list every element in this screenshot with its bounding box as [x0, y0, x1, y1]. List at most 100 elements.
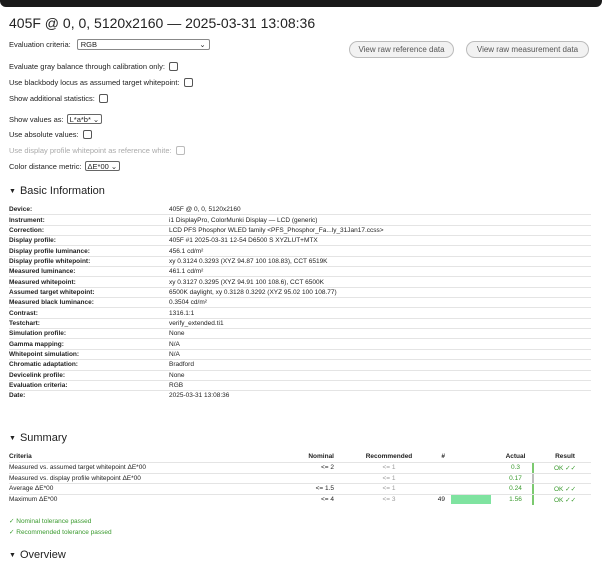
info-key: Display profile whitepoint:	[9, 257, 91, 265]
info-value: xy 0.3124 0.3293 (XYZ 94.87 100 108.83),…	[169, 257, 328, 265]
criteria-select[interactable]: RGB ⌄	[76, 39, 210, 50]
info-row: Whitepoint simulation: N/A	[9, 348, 591, 359]
basic-info-table: Device: 405F @ 0, 0, 5120x2160 Instrument:…	[9, 205, 591, 401]
result-cell: OK ✓✓	[553, 464, 577, 472]
overview-heading[interactable]: ▼ Overview	[9, 549, 66, 561]
summary-table: Criteria Nominal Recommended # Actual Re…	[9, 452, 591, 506]
blackbody-checkbox[interactable]	[183, 78, 193, 87]
actual-marker	[532, 484, 534, 495]
actual-header: Actual	[505, 453, 526, 460]
color-distance-value: ΔE*00	[87, 161, 109, 171]
info-row: Correction: LCD PFS Phosphor WLED family …	[9, 224, 591, 235]
info-value: N/A	[169, 340, 180, 348]
info-key: Display profile luminance:	[9, 247, 90, 255]
info-row: Date: 2025-03-31 13:08:36	[9, 390, 591, 400]
display-wp-checkbox[interactable]	[175, 146, 185, 155]
show-values-option: Show values as: L*a*b* ⌄	[9, 114, 103, 124]
criteria-header: Criteria	[9, 453, 32, 460]
show-values-label: Show values as:	[9, 114, 64, 124]
blackbody-option: Use blackbody locus as assumed target wh…	[9, 78, 193, 87]
gray-balance-checkbox[interactable]	[168, 62, 178, 71]
window-top-bar	[0, 0, 602, 7]
info-value: 405F #1 2025-03-31 12-54 D6500 S XYZLUT+…	[169, 237, 318, 245]
summary-heading[interactable]: ▼ Summary	[9, 432, 67, 444]
criteria-cell: Average ΔE*00	[9, 485, 54, 493]
info-key: Testchart:	[9, 319, 40, 327]
disclosure-triangle-icon: ▼	[9, 552, 16, 559]
gray-balance-option: Evaluate gray balance through calibratio…	[9, 62, 178, 71]
info-key: Measured whitepoint:	[9, 278, 76, 286]
recommended-cell: <= 1	[382, 474, 396, 482]
summary-row: Measured vs. display profile whitepoint …	[9, 472, 591, 484]
info-value: 461.1 cd/m²	[169, 268, 204, 276]
info-key: Gamma mapping:	[9, 340, 64, 348]
chevron-down-icon: ⌄	[110, 161, 118, 171]
summary-heading-text: Summary	[19, 432, 67, 444]
basic-info-heading-text: Basic Information	[19, 185, 105, 197]
summary-row: Average ΔE*00 <= 1.5 <= 1 0.24 OK ✓✓	[9, 483, 591, 495]
nominal-cell: <= 2	[320, 463, 334, 471]
additional-stats-checkbox[interactable]	[98, 94, 108, 103]
chevron-down-icon: ⌄	[199, 40, 206, 49]
criteria-select-value: RGB	[80, 40, 97, 49]
show-values-select[interactable]: L*a*b* ⌄	[66, 114, 103, 124]
absolute-values-checkbox[interactable]	[82, 130, 92, 139]
deviation-bar	[451, 495, 491, 505]
info-row: Simulation profile: None	[9, 328, 591, 338]
info-key: Contrast:	[9, 309, 38, 317]
criteria-cell: Maximum ΔE*00	[9, 496, 58, 504]
chevron-down-icon: ⌄	[92, 114, 100, 124]
info-key: Measured luminance:	[9, 268, 76, 276]
actual-cell: 0.24	[509, 485, 522, 493]
recommended-passed-message: ✓ Recommended tolerance passed	[9, 529, 112, 536]
blackbody-label: Use blackbody locus as assumed target wh…	[9, 78, 180, 87]
color-distance-select[interactable]: ΔE*00 ⌄	[84, 161, 121, 171]
result-cell: OK ✓✓	[553, 497, 577, 505]
display-wp-option: Use display profile whitepoint as refere…	[9, 146, 185, 155]
recommended-cell: <= 1	[382, 463, 396, 471]
info-key: Assumed target whitepoint:	[9, 288, 95, 296]
hash-header: #	[441, 453, 445, 460]
color-distance-label: Color distance metric:	[9, 161, 82, 171]
info-row: Devicelink profile: None	[9, 369, 591, 380]
basic-info-heading[interactable]: ▼ Basic Information	[9, 185, 105, 197]
info-value: 6500K daylight, xy 0.3128 0.3292 (XYZ 95…	[169, 288, 337, 296]
nominal-cell: <= 1.5	[315, 485, 334, 493]
additional-stats-label: Show additional statistics:	[9, 94, 95, 103]
info-row: Assumed target whitepoint: 6500K daylight…	[9, 286, 591, 297]
info-value: Bradford	[169, 361, 194, 369]
recommended-cell: <= 1	[382, 485, 396, 493]
info-value: RGB	[169, 382, 184, 390]
result-cell: OK ✓✓	[553, 486, 577, 494]
summary-body: Measured vs. assumed target whitepoint Δ…	[9, 461, 591, 506]
info-value: verify_extended.ti1	[169, 319, 224, 327]
actual-cell: 0.17	[509, 474, 522, 482]
overview-heading-text: Overview	[19, 549, 66, 561]
info-value: None	[169, 371, 185, 379]
actual-marker	[532, 495, 534, 506]
info-key: Devicelink profile:	[9, 371, 65, 379]
actual-marker	[532, 462, 534, 473]
gray-balance-label: Evaluate gray balance through calibratio…	[9, 62, 165, 71]
additional-stats-option: Show additional statistics:	[9, 94, 108, 103]
recommended-header: Recommended	[365, 453, 413, 460]
absolute-values-option: Use absolute values:	[9, 130, 92, 139]
actual-marker	[532, 473, 534, 484]
criteria-label: Evaluation criteria:	[9, 40, 71, 49]
info-row: Evaluation criteria: RGB	[9, 379, 591, 390]
info-row: Display profile luminance: 456.1 cd/m²	[9, 245, 591, 255]
info-value: 2025-03-31 13:08:36	[169, 392, 230, 400]
disclosure-triangle-icon: ▼	[9, 188, 16, 195]
nominal-passed-message: ✓ Nominal tolerance passed	[9, 518, 92, 525]
info-key: Measured black luminance:	[9, 299, 94, 307]
info-key: Correction:	[9, 226, 45, 234]
info-key: Display profile:	[9, 237, 56, 245]
info-value: 456.1 cd/m²	[169, 247, 204, 255]
info-value: 405F @ 0, 0, 5120x2160	[169, 206, 241, 214]
view-measurement-button[interactable]: View raw measurement data	[466, 41, 589, 58]
info-row: Device: 405F @ 0, 0, 5120x2160	[9, 205, 591, 214]
view-reference-button[interactable]: View raw reference data	[349, 41, 454, 58]
info-value: 0.3504 cd/m²	[169, 299, 207, 307]
info-row: Chromatic adaptation: Bradford	[9, 359, 591, 369]
actual-cell: 0.3	[510, 463, 521, 471]
